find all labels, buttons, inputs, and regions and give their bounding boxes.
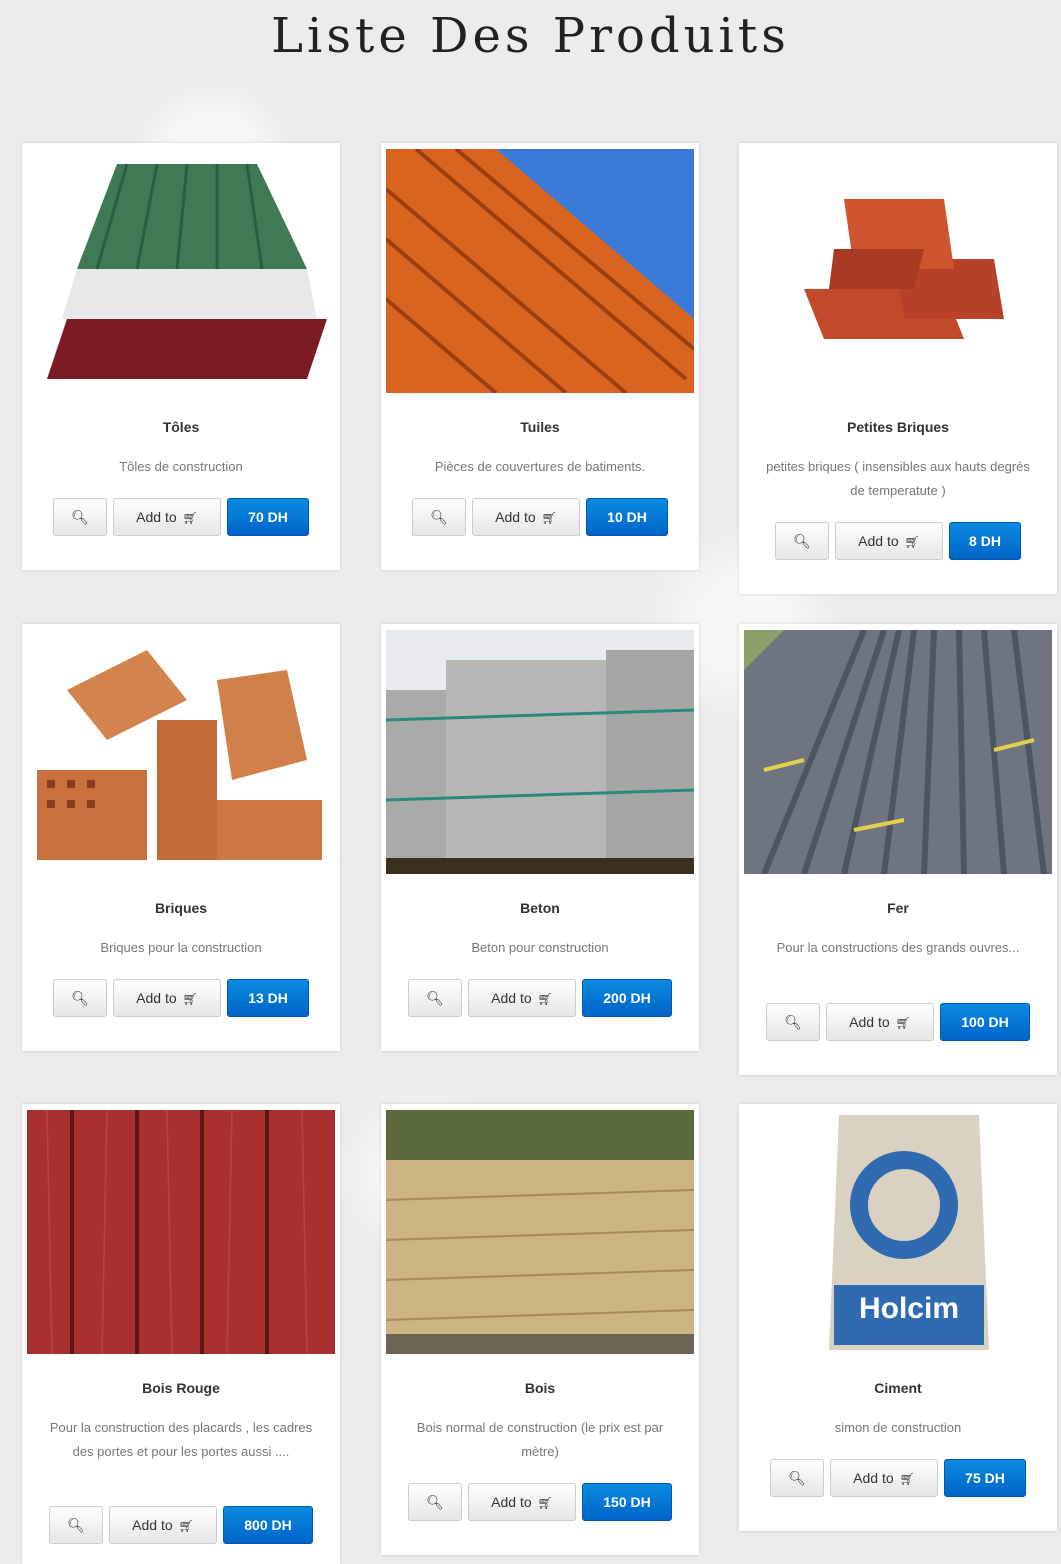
price-button[interactable]: 100 DH xyxy=(940,1003,1030,1041)
product-description: Bois normal de construction (le prix est… xyxy=(416,1420,664,1459)
search-icon: 🔍︎ xyxy=(430,509,448,525)
cart-icon: 🛒︎ xyxy=(537,992,553,1006)
price-button[interactable]: 200 DH xyxy=(582,979,672,1017)
search-icon: 🔍︎ xyxy=(67,1517,85,1533)
add-to-cart-button[interactable]: Add to 🛒︎ xyxy=(113,498,221,536)
cart-icon: 🛒︎ xyxy=(178,1519,194,1533)
product-description: Tôles de construction xyxy=(119,459,243,474)
product-image-petites-briques[interactable] xyxy=(744,149,1052,393)
product-description: Briques pour la construction xyxy=(100,940,262,955)
add-to-cart-button[interactable]: Add to 🛒︎ xyxy=(472,498,580,536)
add-to-cart-button[interactable]: Add to 🛒︎ xyxy=(113,979,221,1017)
product-description: petites briques ( insensibles aux hauts … xyxy=(766,459,1030,498)
cart-icon: 🛒︎ xyxy=(537,1496,553,1510)
add-to-cart-button[interactable]: Add to 🛒︎ xyxy=(468,1483,576,1521)
price-button[interactable]: 75 DH xyxy=(944,1459,1026,1497)
product-name: Bois xyxy=(524,1380,556,1396)
view-button[interactable]: 🔍︎ xyxy=(412,498,466,536)
product-card-bois: Bois Bois normal de construction (le pri… xyxy=(381,1104,699,1555)
product-card-ciment: Holcim Ciment simon de construction 🔍︎ A… xyxy=(739,1104,1057,1531)
cart-icon: 🛒︎ xyxy=(899,1472,915,1486)
search-icon: 🔍︎ xyxy=(788,1470,806,1486)
add-to-cart-button[interactable]: Add to 🛒︎ xyxy=(109,1506,217,1544)
price-button[interactable]: 70 DH xyxy=(227,498,309,536)
product-name: Ciment xyxy=(874,1380,922,1396)
product-name: Bois Rouge xyxy=(142,1380,220,1396)
product-card-toles: Tôles Tôles de construction 🔍︎ Add to 🛒︎ … xyxy=(22,143,340,570)
cart-icon: 🛒︎ xyxy=(895,1016,911,1030)
view-button[interactable]: 🔍︎ xyxy=(775,522,829,560)
product-card-briques: Briques Briques pour la construction 🔍︎ … xyxy=(22,624,340,1051)
product-name: Beton xyxy=(520,900,560,916)
product-name: Petites Briques xyxy=(847,419,949,435)
page-title: Liste Des Produits xyxy=(271,8,790,64)
view-button[interactable]: 🔍︎ xyxy=(766,1003,820,1041)
product-image-ciment[interactable]: Holcim xyxy=(744,1110,1052,1354)
product-description: Pour la construction des placards , les … xyxy=(49,1420,313,1459)
price-button[interactable]: 150 DH xyxy=(582,1483,672,1521)
view-button[interactable]: 🔍︎ xyxy=(770,1459,824,1497)
price-button[interactable]: 800 DH xyxy=(223,1506,313,1544)
product-name: Tôles xyxy=(162,419,200,435)
product-description: simon de construction xyxy=(834,1420,962,1435)
search-icon: 🔍︎ xyxy=(784,1014,802,1030)
cart-icon: 🛒︎ xyxy=(904,535,920,549)
price-button[interactable]: 13 DH xyxy=(227,979,309,1017)
view-button[interactable]: 🔍︎ xyxy=(53,979,107,1017)
product-image-tuiles[interactable] xyxy=(386,149,694,393)
product-image-fer[interactable] xyxy=(744,630,1052,874)
add-to-cart-button[interactable]: Add to 🛒︎ xyxy=(835,522,943,560)
cart-icon: 🛒︎ xyxy=(182,992,198,1006)
product-name: Briques xyxy=(154,900,208,916)
price-button[interactable]: 10 DH xyxy=(586,498,668,536)
add-to-cart-button[interactable]: Add to 🛒︎ xyxy=(826,1003,934,1041)
product-image-briques[interactable] xyxy=(27,630,335,874)
view-button[interactable]: 🔍︎ xyxy=(408,1483,462,1521)
product-card-fer: Fer Pour la constructions des grands ouv… xyxy=(739,624,1057,1075)
product-card-petites-briques: Petites Briques petites briques ( insens… xyxy=(739,143,1057,594)
product-image-toles[interactable] xyxy=(27,149,335,393)
add-to-cart-button[interactable]: Add to 🛒︎ xyxy=(830,1459,938,1497)
cart-icon: 🛒︎ xyxy=(182,511,198,525)
product-name: Tuiles xyxy=(520,419,560,435)
product-description: Pièces de couvertures de batiments. xyxy=(434,459,646,474)
product-image-beton[interactable] xyxy=(386,630,694,874)
view-button[interactable]: 🔍︎ xyxy=(53,498,107,536)
product-card-tuiles: Tuiles Pièces de couvertures de batiment… xyxy=(381,143,699,570)
search-icon: 🔍︎ xyxy=(426,990,444,1006)
product-image-bois-rouge[interactable] xyxy=(27,1110,335,1354)
view-button[interactable]: 🔍︎ xyxy=(408,979,462,1017)
search-icon: 🔍︎ xyxy=(793,533,811,549)
product-name: Fer xyxy=(887,900,909,916)
search-icon: 🔍︎ xyxy=(426,1494,444,1510)
add-to-cart-button[interactable]: Add to 🛒︎ xyxy=(468,979,576,1017)
brand-logo-text: Holcim xyxy=(859,1292,959,1325)
product-image-bois[interactable] xyxy=(386,1110,694,1354)
price-button[interactable]: 8 DH xyxy=(949,522,1021,560)
product-card-bois-rouge: Bois Rouge Pour la construction des plac… xyxy=(22,1104,340,1564)
view-button[interactable]: 🔍︎ xyxy=(49,1506,103,1544)
cart-icon: 🛒︎ xyxy=(541,511,557,525)
search-icon: 🔍︎ xyxy=(71,990,89,1006)
search-icon: 🔍︎ xyxy=(71,509,89,525)
product-description: Pour la constructions des grands ouvres.… xyxy=(776,940,1020,955)
product-card-beton: Beton Beton pour construction 🔍︎ Add to 🛒… xyxy=(381,624,699,1051)
product-description: Beton pour construction xyxy=(471,940,609,955)
